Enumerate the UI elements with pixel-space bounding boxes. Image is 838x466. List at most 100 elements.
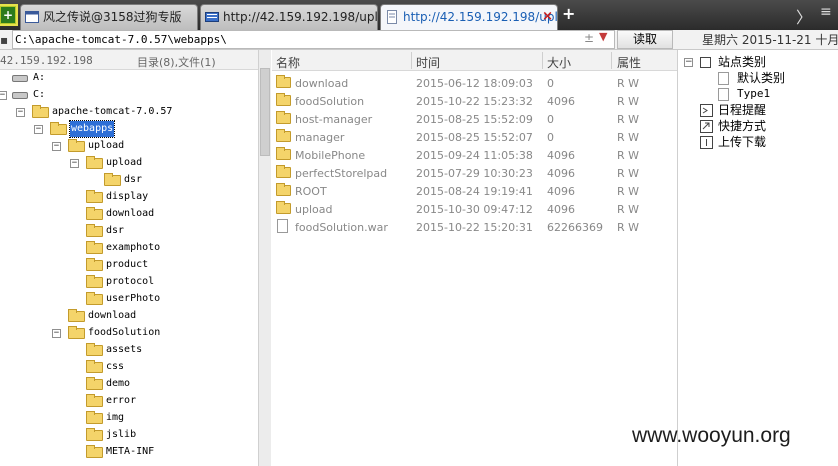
clock-icon — [700, 104, 713, 117]
tab-2[interactable]: http://42.159.192.198/uploa... × — [380, 4, 558, 31]
tree-node[interactable]: display — [0, 189, 258, 205]
file-row[interactable]: perfectStorelpad 2015-07-29 10:30:23 4096 R… — [272, 164, 677, 182]
app-logo-icon[interactable]: + — [0, 6, 16, 24]
folder-icon — [86, 224, 103, 237]
tree-scrollbar[interactable] — [258, 50, 271, 466]
collapse-toggle-icon[interactable]: − — [16, 108, 25, 117]
collapse-icon[interactable]: − — [684, 58, 693, 67]
file-row[interactable]: foodSolution.war 2015-10-22 15:20:31 62266… — [272, 218, 677, 236]
folder-icon — [86, 190, 103, 203]
tree-node[interactable]: jslib — [0, 427, 258, 443]
schedule-node[interactable]: 日程提醒 — [700, 102, 830, 118]
tree-node[interactable]: − apache-tomcat-7.0.57 — [0, 104, 258, 120]
tree-node[interactable]: error — [0, 393, 258, 409]
column-divider[interactable] — [411, 52, 412, 69]
column-divider[interactable] — [611, 52, 612, 69]
upload-download-node[interactable]: 上传下载 — [700, 134, 830, 150]
collapse-toggle-icon[interactable]: − — [34, 125, 43, 134]
file-attr: R W — [617, 185, 640, 198]
collapse-toggle-icon[interactable]: − — [52, 142, 61, 151]
tree-node[interactable]: img — [0, 410, 258, 426]
file-row[interactable]: upload 2015-10-30 09:47:12 4096 R W — [272, 200, 677, 218]
column-name-header[interactable]: 名称 — [276, 54, 300, 71]
collapse-toggle-icon[interactable]: − — [0, 91, 7, 100]
tree-node[interactable]: META-INF — [0, 444, 258, 460]
folder-icon — [86, 207, 103, 220]
file-size: 4096 — [547, 95, 575, 108]
category-box-icon — [700, 57, 711, 68]
tree-node-label: img — [106, 412, 125, 423]
directory-tree: A: − C: − apache-tomcat-7.0.57− webapps − uploa… — [0, 72, 258, 466]
collapse-toggle-icon[interactable]: − — [70, 159, 79, 168]
file-name: download — [295, 77, 349, 90]
tree-node-label: protocol — [106, 276, 155, 287]
tree-node[interactable]: product — [0, 257, 258, 273]
folder-icon — [86, 411, 103, 424]
file-row[interactable]: download 2015-06-12 18:09:03 0 R W — [272, 74, 677, 92]
tab-1[interactable]: http://42.159.192.198/uploa... — [200, 4, 378, 30]
path-input[interactable]: C:\apache-tomcat-7.0.57\webapps\ — [12, 30, 615, 49]
tree-node-label: apache-tomcat-7.0.57 — [52, 106, 173, 117]
tree-node[interactable]: css — [0, 359, 258, 375]
tab-title: 风之传说@3158过狗专版 — [43, 10, 182, 24]
file-attr: R W — [617, 131, 640, 144]
date-display: 星期六 2015-11-21 十月初十 — [702, 33, 838, 47]
file-row[interactable]: host-manager 2015-08-25 15:52:09 0 R W — [272, 110, 677, 128]
tree-node[interactable]: A: — [0, 72, 258, 86]
favorite-icon[interactable]: ± — [584, 31, 594, 45]
tree-node[interactable]: dsr — [0, 172, 258, 188]
tree-node[interactable]: examphoto — [0, 240, 258, 256]
chevron-down-icon[interactable]: ▼ — [599, 30, 607, 43]
file-attr: R W — [617, 77, 640, 90]
tree-node[interactable]: assets — [0, 342, 258, 358]
tree-node[interactable]: demo — [0, 376, 258, 392]
collapse-toggle-icon[interactable]: − — [52, 329, 61, 338]
tree-node[interactable]: − webapps — [0, 120, 258, 138]
column-attr-header[interactable]: 属性 — [617, 54, 641, 71]
column-divider[interactable] — [542, 52, 543, 69]
tree-node[interactable]: userPhoto — [0, 291, 258, 307]
folder-icon — [276, 165, 291, 178]
tree-node[interactable]: download — [0, 308, 258, 324]
shortcut-node[interactable]: 快捷方式 — [700, 118, 830, 134]
file-row[interactable]: manager 2015-08-25 15:52:07 0 R W — [272, 128, 677, 146]
new-tab-button[interactable]: + — [562, 6, 576, 22]
close-tab-icon[interactable]: × — [542, 5, 553, 29]
file-row[interactable]: ROOT 2015-08-24 19:19:41 4096 R W — [272, 182, 677, 200]
tree-node[interactable]: − foodSolution — [0, 325, 258, 341]
tree-node[interactable]: − C: — [0, 87, 258, 103]
tree-scrollbar-thumb[interactable] — [260, 68, 270, 156]
tree-node[interactable]: protocol — [0, 274, 258, 290]
file-row[interactable]: foodSolution 2015-10-22 15:23:32 4096 R W — [272, 92, 677, 110]
tree-node-label: error — [106, 395, 137, 406]
type1-node[interactable]: Type1 — [718, 86, 833, 102]
site-category-node[interactable]: − 站点类别 — [684, 54, 834, 70]
column-size-header[interactable]: 大小 — [547, 54, 571, 71]
read-button[interactable]: 读取 — [617, 30, 673, 49]
tree-node[interactable]: − upload — [0, 155, 258, 171]
file-attr: R W — [617, 203, 640, 216]
file-size: 0 — [547, 131, 554, 144]
tree-node[interactable]: dsr — [0, 223, 258, 239]
tree-node-label: download — [106, 208, 155, 219]
page-icon — [387, 10, 397, 24]
folder-icon — [86, 275, 103, 288]
file-row[interactable]: MobilePhone 2015-09-24 11:05:38 4096 R W — [272, 146, 677, 164]
drive-icon: ▪ — [0, 33, 9, 47]
tab-scroll-right-icon[interactable]: 〉 — [796, 4, 812, 28]
tab-bar: + 风之传说@3158过狗专版 http://42.159.192.198/up… — [0, 0, 838, 31]
tree-node[interactable]: download — [0, 206, 258, 222]
tree-node[interactable]: − upload — [0, 138, 258, 154]
file-list-pane: 名称 时间 大小 属性 download 2015-06-12 18:09:03 0… — [272, 50, 677, 466]
file-name: ROOT — [295, 185, 327, 198]
file-size: 62266369 — [547, 221, 603, 234]
folder-icon — [68, 309, 85, 322]
default-category-node[interactable]: 默认类别 — [718, 70, 833, 86]
tree-node-label: A: — [33, 72, 46, 83]
tree-node-label: download — [88, 310, 137, 321]
default-category-label: 默认类别 — [737, 71, 786, 85]
file-time: 2015-09-24 11:05:38 — [416, 149, 533, 162]
column-time-header[interactable]: 时间 — [416, 54, 440, 71]
tab-menu-icon[interactable]: ≡ — [820, 4, 832, 20]
tab-0[interactable]: 风之传说@3158过狗专版 — [20, 4, 198, 30]
